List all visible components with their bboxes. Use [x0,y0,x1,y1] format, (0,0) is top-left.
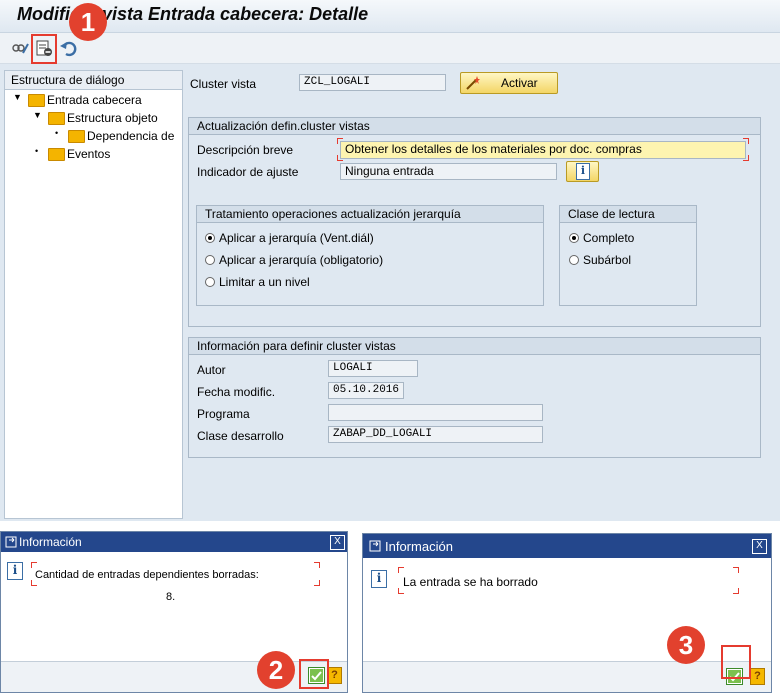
confirm-highlight-box [299,659,329,689]
folder-icon [68,130,85,143]
read-class-group-title: Clase de lectura [560,206,696,223]
package-label: Clase desarrollo [197,429,284,443]
tree-item-label: Dependencia de [87,129,175,143]
tree-header-label: Estructura de diálogo [11,73,125,87]
help-button[interactable]: ? [327,667,342,684]
radio-one-level-label: Limitar a un nivel [219,275,310,289]
close-icon[interactable]: X [752,539,767,554]
dialog-title-bar: Información X [1,532,347,552]
field-corner-mark [337,155,343,161]
field-corner-mark [398,588,404,594]
info-icon: i [371,570,387,588]
radio-hierarchy-mandatory[interactable] [205,255,215,265]
radio-hierarchy-dialog-label: Aplicar a jerarquía (Vent.diál) [219,231,374,245]
field-corner-mark [743,155,749,161]
activate-button-label: Activar [501,76,538,90]
toolbar [0,33,780,64]
tree-item-entrada-cabecera[interactable]: ▼ Entrada cabecera [13,91,181,109]
author-field: LOGALI [328,360,418,377]
radio-subtree-label: Subárbol [583,253,632,267]
folder-icon [28,94,45,107]
dialog-title: Información [19,535,82,549]
dialog-message: Cantidad de entradas dependientes borrad… [35,569,259,581]
info-group-title-text: Información para definir cluster vistas [197,339,396,353]
read-class-group-title-text: Clase de lectura [568,207,655,221]
radio-subtree[interactable] [569,255,579,265]
radio-hierarchy-dialog[interactable] [205,233,215,243]
maintenance-group-title-text: Actualización defin.cluster vistas [197,119,370,133]
window-icon [369,540,381,552]
field-corner-mark [337,138,343,144]
adjustment-indicator-field[interactable]: Ninguna entrada [340,163,557,180]
deleted-count: 8. [166,591,176,603]
field-corner-mark [733,588,739,594]
window-icon [5,536,17,548]
info-icon: i [576,163,590,180]
field-corner-mark [31,580,37,586]
step-badge-3: 3 [667,626,705,664]
title-bar: Modificar vista Entrada cabecera: Detall… [0,0,780,33]
radio-one-level[interactable] [205,277,215,287]
info-dialog-dependents: Información X i Cantidad de entradas dep… [0,531,348,693]
field-corner-mark [743,138,749,144]
tree-item-estructura-objeto[interactable]: ▼ Estructura objeto [33,109,181,127]
field-corner-mark [398,567,404,573]
program-label: Programa [197,407,250,421]
short-description-label: Descripción breve [197,143,294,157]
changed-date-label: Fecha modific. [197,385,276,399]
info-dialog-deleted: Información X i La entrada se ha borrado… [362,533,772,693]
close-icon[interactable]: X [330,535,345,550]
dialog-message: La entrada se ha borrado [403,575,538,589]
magic-wand-icon [466,76,480,90]
program-field [328,404,543,421]
field-corner-mark [733,567,739,573]
tree-item-label: Estructura objeto [67,111,158,125]
tree-item-eventos[interactable]: • Eventos [33,145,181,163]
expand-arrow-icon[interactable]: ▼ [13,92,22,102]
info-button[interactable]: i [566,161,599,182]
undo-icon[interactable] [58,38,78,58]
hierarchy-group-title-text: Tratamiento operaciones actualización je… [205,207,461,221]
dialog-title: Información [385,539,453,554]
tree-item-label: Entrada cabecera [47,93,142,107]
display-change-icon[interactable] [10,38,30,58]
tree-item-label: Eventos [67,147,111,161]
tree-header: Estructura de diálogo [5,71,182,90]
field-corner-mark [314,580,320,586]
step-badge-1: 1 [69,3,107,41]
info-group-title: Información para definir cluster vistas [189,338,760,355]
help-button[interactable]: ? [750,668,765,685]
cluster-view-label: Cluster vista [190,77,257,91]
radio-hierarchy-mandatory-label: Aplicar a jerarquía (obligatorio) [219,253,384,267]
tree-item-dependencia[interactable]: • Dependencia de [53,127,181,145]
changed-date-field: 05.10.2016 [328,382,404,399]
field-corner-mark [31,562,37,568]
dialog-structure-tree: Estructura de diálogo ▼ Entrada cabecera… [4,70,183,519]
short-description-field[interactable]: Obtener los detalles de los materiales p… [340,141,746,159]
bullet-icon: • [35,146,39,156]
radio-complete-label: Completo [583,231,635,245]
adjustment-indicator-label: Indicador de ajuste [197,165,299,179]
bullet-icon: • [55,128,59,138]
activate-button[interactable]: Activar [460,72,558,94]
dialog-footer: ? [1,661,347,692]
delete-highlight-box [31,34,57,64]
field-corner-mark [314,562,320,568]
dialog-footer: ? [363,661,771,692]
info-icon: i [7,562,23,580]
dialog-title-bar: Información X [363,534,771,558]
hierarchy-group-title: Tratamiento operaciones actualización je… [197,206,543,223]
radio-complete[interactable] [569,233,579,243]
package-field: ZABAP_DD_LOGALI [328,426,543,443]
confirm-highlight-box [721,645,751,679]
cluster-view-field[interactable]: ZCL_LOGALI [299,74,446,91]
maintenance-group-title: Actualización defin.cluster vistas [189,118,760,135]
step-badge-2: 2 [257,651,295,689]
author-label: Autor [197,363,226,377]
folder-icon [48,148,65,161]
expand-arrow-icon[interactable]: ▼ [33,110,42,120]
folder-icon [48,112,65,125]
